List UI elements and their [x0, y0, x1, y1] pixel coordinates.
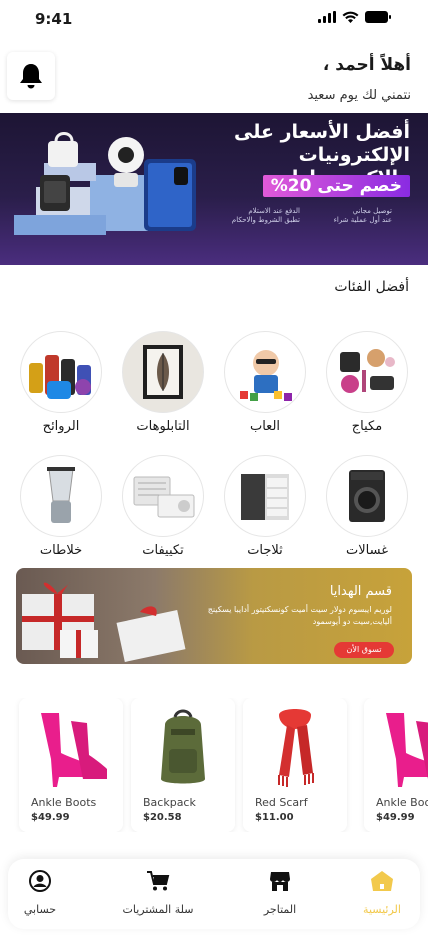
- ac-icon: [122, 455, 204, 537]
- greeting-text: أهلاً أحمد ،: [322, 55, 411, 75]
- scarf-icon: [243, 706, 347, 792]
- product-card[interactable]: Red Scarf $11.00: [243, 698, 347, 832]
- product-price: $20.58: [143, 812, 182, 823]
- washer-icon: [326, 455, 408, 537]
- status-time: 9:41: [35, 10, 73, 28]
- banner-feature-delivery: توصيل مجاني عند أول عملية شراء: [334, 207, 392, 225]
- category-label: الروائح: [42, 419, 80, 434]
- notifications-button[interactable]: [7, 52, 55, 100]
- fridge-icon: [224, 455, 306, 537]
- tab-label: سلة المشتريات: [122, 903, 194, 916]
- banner-feature-line: الدفع عند الاستلام: [248, 207, 300, 215]
- category-blenders[interactable]: خلاطات: [19, 455, 103, 558]
- signal-icon: [318, 11, 336, 23]
- banner-feature-line: توصيل مجاني: [352, 207, 392, 215]
- category-toys[interactable]: العاب: [223, 331, 307, 434]
- product-price: $49.99: [376, 812, 415, 823]
- category-paintings[interactable]: التابلوهات: [121, 331, 205, 434]
- gift-illustration: [22, 581, 186, 663]
- gift-description: لوريم ايبسوم دولار سيت أميت كونسكتيتور أ…: [207, 605, 392, 626]
- category-label: تكييفات: [142, 543, 184, 558]
- product-card[interactable]: Ankle Boots $49.99: [364, 698, 428, 832]
- status-icons: [318, 11, 391, 23]
- product-price: $11.00: [255, 812, 294, 823]
- tab-label: حسابي: [23, 903, 57, 916]
- cart-icon: [147, 871, 170, 891]
- category-fridges[interactable]: ثلاجات: [223, 455, 307, 558]
- gift-title: قسم الهدايا: [329, 584, 392, 599]
- tab-account[interactable]: حسابي: [0, 859, 90, 929]
- product-name: Red Scarf: [255, 796, 308, 809]
- category-label: خلاطات: [39, 543, 83, 558]
- category-label: العاب: [249, 419, 281, 434]
- shop-now-button[interactable]: تسوق الأن: [334, 642, 394, 658]
- home-icon: [371, 871, 393, 891]
- products-list: Ankle Boots $49.99 Backpack $20.58 Red S…: [0, 698, 428, 832]
- category-label: غسالات: [345, 543, 388, 558]
- banner-feature-payment: الدفع عند الاستلام تطبق الشروط والاحكام: [232, 207, 300, 225]
- blender-icon: [20, 455, 102, 537]
- categories-title: أفضل الفئات: [334, 279, 409, 295]
- bell-icon: [20, 64, 42, 89]
- gift-banner[interactable]: قسم الهدايا لوريم ايبسوم دولار سيت أميت …: [16, 568, 412, 664]
- ankle-boot-icon: [364, 706, 428, 792]
- category-makeup[interactable]: مكياج: [325, 331, 409, 434]
- tab-home[interactable]: الرئيسية: [332, 859, 428, 929]
- toys-icon: [224, 331, 306, 413]
- bottom-tab-bar: حسابي سلة المشتريات المتاجر الرئيسية: [8, 859, 420, 929]
- backpack-icon: [131, 706, 235, 792]
- product-name: Ankle Boots: [31, 796, 97, 809]
- category-air-conditioners[interactable]: تكييفات: [121, 455, 205, 558]
- promo-banner[interactable]: أفضل الأسعار على الإلكترونيات والإكسسوار…: [0, 113, 428, 265]
- category-perfumes[interactable]: الروائح: [19, 331, 103, 434]
- tab-stores[interactable]: المتاجر: [230, 859, 330, 929]
- painting-icon: [122, 331, 204, 413]
- header: أهلاً أحمد ، نتمني لك يوم سعيد: [0, 40, 428, 112]
- product-card[interactable]: Ankle Boots $49.99: [19, 698, 123, 832]
- product-name: Ankle Boots: [376, 796, 428, 809]
- store-icon: [270, 872, 290, 891]
- tab-label: المتاجر: [263, 903, 297, 916]
- tab-label: الرئيسية: [363, 903, 401, 916]
- product-price: $49.99: [31, 812, 70, 823]
- category-label: مكياج: [351, 419, 383, 434]
- product-name: Backpack: [143, 796, 196, 809]
- product-card[interactable]: Backpack $20.58: [131, 698, 235, 832]
- category-washers[interactable]: غسالات: [325, 455, 409, 558]
- subgreeting-text: نتمني لك يوم سعيد: [307, 88, 411, 103]
- banner-feature-line: تطبق الشروط والاحكام: [231, 216, 300, 224]
- ankle-boot-icon: [19, 706, 123, 792]
- user-icon: [29, 870, 51, 892]
- banner-discount: خصم حتى 20%: [262, 175, 410, 197]
- makeup-icon: [326, 331, 408, 413]
- battery-icon: [365, 11, 391, 23]
- status-bar: 9:41: [0, 0, 428, 40]
- tab-cart[interactable]: سلة المشتريات: [108, 859, 208, 929]
- wifi-icon: [342, 11, 359, 23]
- category-label: التابلوهات: [136, 419, 190, 434]
- perfume-icon: [20, 331, 102, 413]
- category-label: ثلاجات: [247, 543, 283, 558]
- banner-feature-line: عند أول عملية شراء: [333, 216, 392, 224]
